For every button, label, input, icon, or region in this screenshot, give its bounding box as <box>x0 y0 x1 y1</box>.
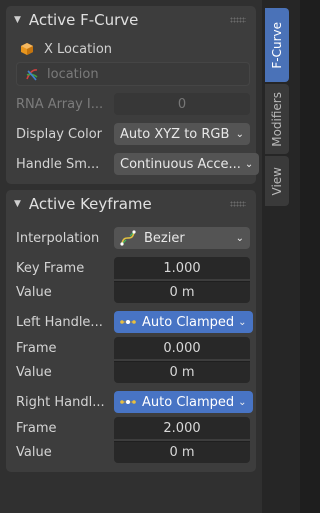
rna-array-row: RNA Array I... 0 <box>16 92 250 116</box>
tab-fcurve-label: F-Curve <box>270 21 284 69</box>
left-value-field[interactable]: 0 m <box>114 361 250 383</box>
active-keyframe-header[interactable]: ▼ Active Keyframe <box>6 190 256 218</box>
tab-view-label: View <box>270 166 284 196</box>
key-frame-row: Key Frame 1.000 <box>16 256 250 280</box>
left-handle-label: Left Handle... <box>16 314 103 330</box>
tab-modifiers-label: Modifiers <box>270 91 284 147</box>
right-value-field[interactable]: 0 m <box>114 441 250 463</box>
data-path-text: location <box>47 66 99 82</box>
interpolation-row: Interpolation Bezier ⌄ <box>16 226 250 250</box>
drag-grip-icon[interactable] <box>230 201 246 207</box>
left-handle-type-dropdown[interactable]: Auto Clamped ⌄ <box>114 311 253 333</box>
rna-path-icon <box>26 69 38 81</box>
right-frame-field[interactable]: 2.000 <box>114 417 250 439</box>
left-frame-value: 0.000 <box>163 340 201 356</box>
active-fcurve-header[interactable]: ▼ Active F-Curve <box>6 6 256 34</box>
bezier-curve-icon <box>120 230 136 246</box>
collapse-arrow-icon[interactable]: ▼ <box>14 199 21 209</box>
right-value-label: Value <box>16 444 52 460</box>
left-handle-type-row: Left Handle... Auto Clamped ⌄ <box>16 310 253 334</box>
rna-array-value: 0 <box>177 96 187 112</box>
key-value-field[interactable]: 0 m <box>114 281 250 303</box>
data-path-field[interactable]: location <box>16 62 250 86</box>
handle-icon <box>120 320 136 324</box>
fcurve-object-row: X Location <box>16 36 250 62</box>
active-keyframe-title: Active Keyframe <box>28 195 152 213</box>
active-keyframe-panel: ▼ Active Keyframe Interpolation Bezier ⌄ <box>6 190 256 472</box>
handle-smoothing-label: Handle Sm... <box>16 156 100 172</box>
sidebar-tab-strip: F-Curve Modifiers View <box>262 0 300 513</box>
right-handle-type-value: Auto Clamped <box>142 394 235 410</box>
drag-grip-icon[interactable] <box>230 17 246 23</box>
collapse-arrow-icon[interactable]: ▼ <box>14 15 21 25</box>
left-handle-type-value: Auto Clamped <box>142 314 235 330</box>
tab-modifiers[interactable]: Modifiers <box>265 84 289 154</box>
fcurve-object-name: X Location <box>44 41 113 57</box>
right-frame-value: 2.000 <box>163 420 201 436</box>
right-handle-frame-row: Frame 2.000 <box>16 416 250 440</box>
right-value-value: 0 m <box>169 445 195 460</box>
chevron-down-icon: ⌄ <box>238 316 247 328</box>
tab-fcurve[interactable]: F-Curve <box>265 8 289 82</box>
interpolation-label: Interpolation <box>16 230 100 246</box>
display-color-label: Display Color <box>16 126 102 142</box>
key-frame-label: Key Frame <box>16 260 85 276</box>
key-frame-field[interactable]: 1.000 <box>114 257 250 279</box>
key-value-row: Value 0 m <box>16 280 250 304</box>
display-color-row: Display Color Auto XYZ to RGB ⌄ <box>16 122 250 146</box>
left-value-value: 0 m <box>169 365 195 380</box>
display-color-value: Auto XYZ to RGB <box>120 126 230 142</box>
chevron-down-icon: ⌄ <box>235 128 244 140</box>
chevron-down-icon: ⌄ <box>235 232 244 244</box>
left-value-label: Value <box>16 364 52 380</box>
cube-icon <box>21 43 33 55</box>
handle-icon <box>120 400 136 404</box>
interpolation-dropdown[interactable]: Bezier ⌄ <box>114 227 250 249</box>
left-frame-field[interactable]: 0.000 <box>114 337 250 359</box>
left-handle-value-row: Value 0 m <box>16 360 250 384</box>
right-handle-type-dropdown[interactable]: Auto Clamped ⌄ <box>114 391 253 413</box>
tab-view[interactable]: View <box>265 156 289 206</box>
rna-array-index-field: 0 <box>114 93 250 115</box>
key-value-value: 0 m <box>169 285 195 300</box>
right-handle-value-row: Value 0 m <box>16 440 250 464</box>
right-frame-label: Frame <box>16 420 57 436</box>
active-fcurve-panel: ▼ Active F-Curve X Location location RNA… <box>6 6 260 184</box>
sidebar-panel-area: ▼ Active F-Curve X Location location RNA… <box>0 0 262 513</box>
handle-smoothing-row: Handle Sm... Continuous Acce... ⌄ <box>16 152 260 176</box>
chevron-down-icon: ⌄ <box>238 396 247 408</box>
display-color-dropdown[interactable]: Auto XYZ to RGB ⌄ <box>114 123 250 145</box>
left-frame-label: Frame <box>16 340 57 356</box>
key-frame-value: 1.000 <box>163 260 201 276</box>
right-handle-type-row: Right Handl... Auto Clamped ⌄ <box>16 390 253 414</box>
handle-smoothing-dropdown[interactable]: Continuous Acce... ⌄ <box>114 153 260 175</box>
handle-smoothing-value: Continuous Acce... <box>120 156 241 172</box>
active-fcurve-title: Active F-Curve <box>28 11 139 29</box>
key-value-label: Value <box>16 284 52 300</box>
rna-array-label: RNA Array I... <box>16 96 104 112</box>
chevron-down-icon: ⌄ <box>244 158 254 170</box>
right-handle-label: Right Handl... <box>16 394 105 410</box>
interpolation-value: Bezier <box>144 230 185 246</box>
left-handle-frame-row: Frame 0.000 <box>16 336 250 360</box>
